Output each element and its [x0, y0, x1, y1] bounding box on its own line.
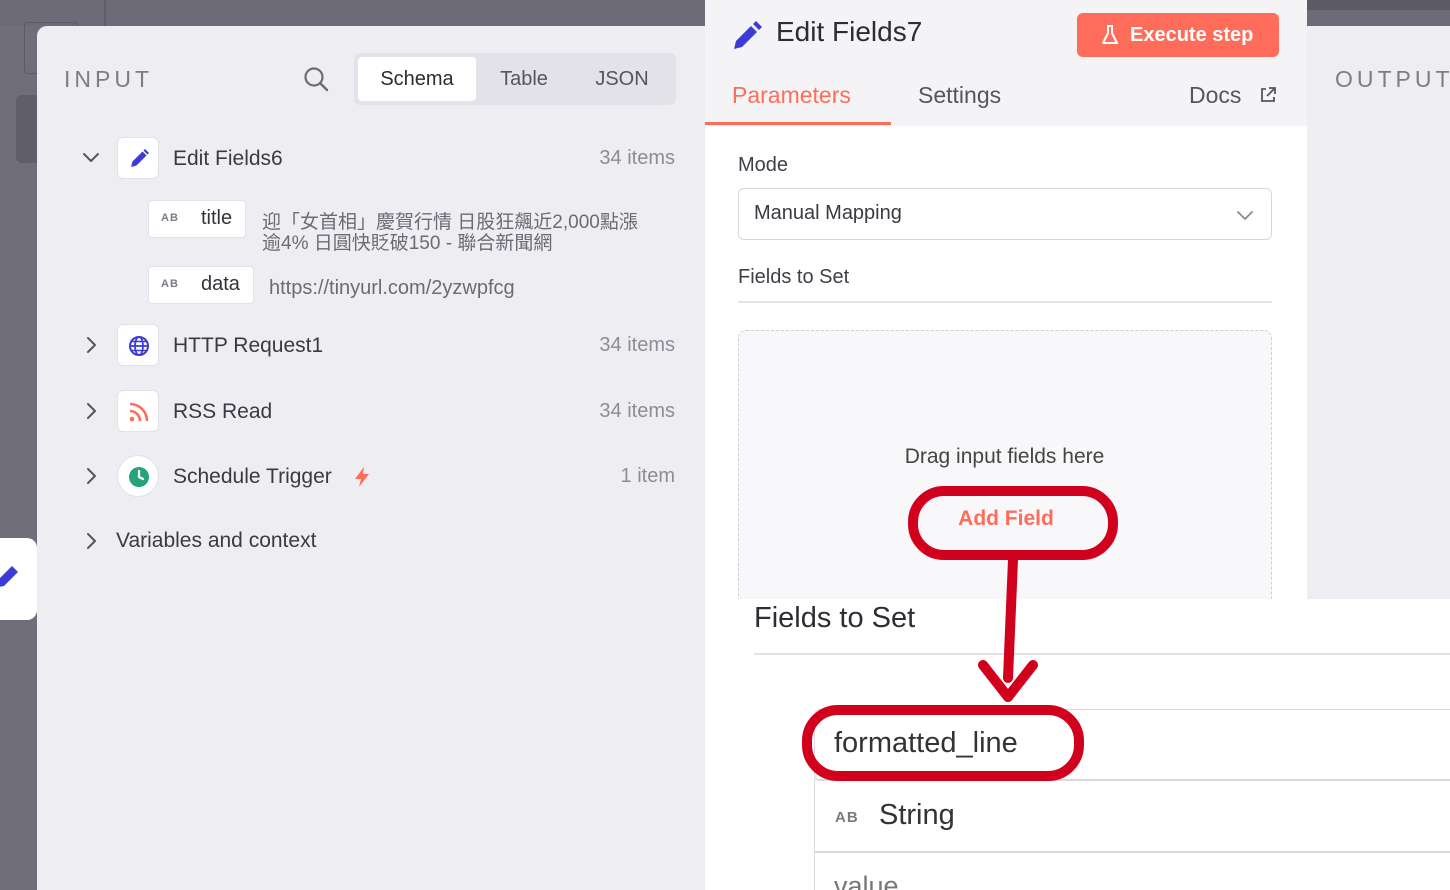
node-header: Edit Fields7 Execute step Parameters Set…	[705, 0, 1307, 126]
field-chip-data[interactable]: AB data	[148, 266, 254, 304]
tab-schema[interactable]: Schema	[358, 57, 476, 101]
mode-select-value: Manual Mapping	[754, 202, 902, 224]
input-panel: INPUT Schema Table JSON Edit Fields6 34 …	[37, 26, 705, 890]
clock-icon	[117, 455, 159, 497]
chevron-right-icon[interactable]	[81, 335, 101, 355]
input-panel-title: INPUT	[64, 66, 153, 92]
external-link-icon[interactable]	[1259, 86, 1277, 104]
node-name: Schedule Trigger	[173, 465, 332, 488]
output-panel-title: OUTPUT	[1335, 66, 1450, 92]
globe-icon	[117, 324, 159, 366]
node-name: RSS Read	[173, 400, 273, 423]
lightning-icon	[355, 467, 369, 487]
flask-icon	[1102, 25, 1118, 44]
mode-select[interactable]: Manual Mapping	[738, 188, 1272, 240]
field-name: title	[201, 207, 233, 229]
chevron-right-icon[interactable]	[81, 401, 101, 421]
node-item-count: 1 item	[620, 465, 675, 487]
rss-icon	[117, 390, 159, 432]
string-type-icon: AB	[835, 809, 859, 826]
pencil-icon	[0, 566, 18, 587]
search-icon[interactable]	[303, 66, 329, 92]
tab-json[interactable]: JSON	[576, 57, 668, 101]
drop-zone-hint: Drag input fields here	[904, 445, 1105, 468]
field-chip-title[interactable]: AB title	[148, 200, 246, 238]
tree-node-http-request1[interactable]: HTTP Request1 34 items	[37, 323, 705, 369]
field-value-placeholder: value	[834, 871, 899, 890]
node-handle[interactable]	[0, 538, 37, 620]
tree-node-schedule-trigger[interactable]: Schedule Trigger 1 item	[37, 454, 705, 500]
field-value-input[interactable]	[814, 851, 1450, 890]
chevron-down-icon[interactable]	[81, 148, 101, 168]
execute-step-button[interactable]: Execute step	[1077, 13, 1279, 57]
tab-settings[interactable]: Settings	[918, 82, 1001, 109]
section-divider	[738, 301, 1272, 303]
output-panel: OUTPUT	[1307, 26, 1450, 599]
canvas-divider	[104, 0, 106, 26]
tree-node-rss-read[interactable]: RSS Read 34 items	[37, 389, 705, 435]
formatted-line-highlight	[802, 705, 1084, 781]
execute-step-label: Execute step	[1130, 24, 1254, 46]
field-value-line1: 迎「女首相」慶賀行情 日股狂飆近2,000點漲	[262, 212, 638, 233]
node-item-count: 34 items	[599, 334, 675, 356]
fields-to-set-label: Fields to Set	[738, 266, 850, 288]
tree-node-variables-context[interactable]: Variables and context	[37, 519, 705, 565]
view-mode-tabs: Schema Table JSON	[354, 53, 676, 105]
chevron-right-icon[interactable]	[81, 531, 101, 551]
field-value: https://tinyurl.com/2yzwpfcg	[269, 277, 515, 299]
docs-link[interactable]: Docs	[1189, 82, 1241, 109]
fields-drop-zone[interactable]: Drag input fields here Add Field	[738, 330, 1272, 620]
variables-context-label: Variables and context	[116, 529, 317, 552]
node-item-count: 34 items	[599, 400, 675, 422]
node-item-count: 34 items	[599, 147, 675, 169]
inset-fields-to-set-label: Fields to Set	[754, 602, 916, 634]
tree-node-edit-fields6[interactable]: Edit Fields6 34 items	[37, 136, 705, 182]
node-name: HTTP Request1	[173, 334, 324, 357]
pencil-icon	[117, 137, 159, 179]
node-name: Edit Fields6	[173, 147, 283, 170]
chevron-down-icon	[1237, 211, 1253, 220]
node-title[interactable]: Edit Fields7	[776, 16, 922, 48]
add-field-highlight	[908, 486, 1118, 560]
field-type-value: String	[879, 799, 955, 831]
inset-divider	[754, 653, 1450, 655]
tab-table[interactable]: Table	[480, 57, 568, 101]
field-name: data	[201, 273, 240, 295]
active-tab-indicator	[705, 122, 891, 125]
string-type-icon: AB	[161, 278, 179, 290]
tab-parameters[interactable]: Parameters	[732, 82, 851, 109]
canvas-topbar	[1306, 0, 1450, 10]
field-value-line2: 逾4% 日圓快貶破150 - 聯合新聞網	[262, 233, 553, 254]
chevron-right-icon[interactable]	[81, 466, 101, 486]
pencil-icon	[734, 21, 762, 49]
string-type-icon: AB	[161, 212, 179, 224]
mode-label: Mode	[738, 154, 789, 176]
